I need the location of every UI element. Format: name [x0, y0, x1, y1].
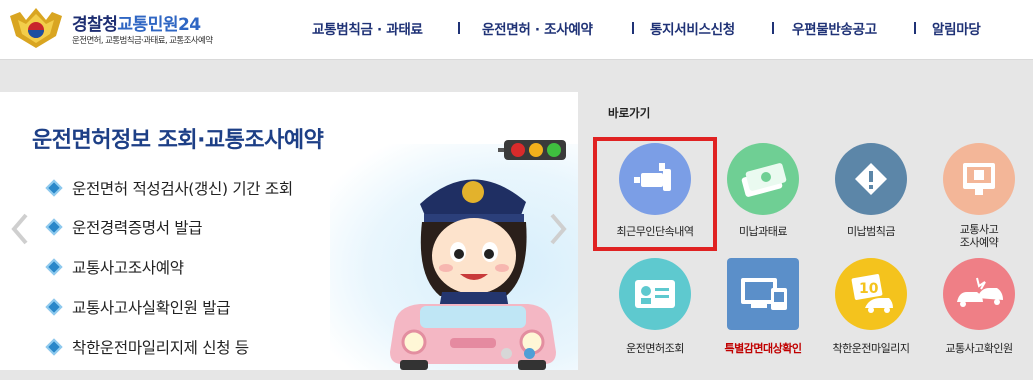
slide-indicator-2[interactable] [524, 348, 535, 359]
banner-link-accident-certificate[interactable]: 교통사고사실확인원 발급 [45, 296, 231, 318]
site-header: 경찰청교통민원24 운전면허, 교통범칙금·과태료, 교통조사예약 교통범칙금 … [0, 0, 1033, 60]
banner-link-label: 착한운전마일리지제 신청 등 [72, 339, 249, 357]
nav-separator [458, 22, 460, 34]
svg-text:10: 10 [859, 281, 879, 297]
bullet-icon [45, 338, 63, 356]
main-banner: 운전면허정보 조회·교통조사예약 운전면허 적성검사(갱신) 기간 조회 운전경… [0, 92, 578, 370]
quick-label-line1: 교통사고 [959, 223, 999, 236]
bullet-icon [45, 298, 63, 316]
nav-notice[interactable]: 알림마당 [932, 18, 981, 40]
quick-label: 교통사고확인원 [945, 342, 1013, 355]
quick-unpaid-penalty[interactable]: 미납범칙금 [816, 143, 926, 263]
computer-icon [727, 258, 799, 330]
police-emblem-icon [10, 8, 62, 48]
mileage-icon: 10 [835, 258, 907, 330]
nav-license[interactable]: 운전면허 · 조사예약 [482, 18, 593, 40]
banner-link-label: 운전경력증명서 발급 [72, 219, 203, 237]
nav-separator [914, 22, 916, 34]
monitor-icon [943, 143, 1015, 215]
police-mascot-car-illustration [390, 179, 556, 370]
banner-link-accident-reservation[interactable]: 교통사고조사예약 [45, 256, 184, 278]
quick-good-driving-mileage[interactable]: 10 착한운전마일리지 [816, 258, 926, 378]
bullet-icon [45, 179, 63, 197]
nav-separator [772, 22, 774, 34]
banner-link-label: 운전면허 적성검사(갱신) 기간 조회 [72, 180, 293, 198]
logo-title-agency: 경찰청 [72, 15, 118, 35]
nav-returned-mail[interactable]: 우편물반송공고 [792, 18, 877, 40]
banner-link-mileage[interactable]: 착한운전마일리지제 신청 등 [45, 336, 249, 358]
quick-label: 착한운전마일리지 [832, 342, 910, 355]
bullet-icon [45, 258, 63, 276]
slide-indicator-1[interactable] [501, 348, 512, 359]
quick-unpaid-fine[interactable]: 미납과태료 [708, 143, 818, 263]
quick-accident-reservation[interactable]: 교통사고 조사예약 [924, 143, 1033, 263]
warning-icon [835, 143, 907, 215]
banner-link-aptitude-test[interactable]: 운전면허 적성검사(갱신) 기간 조회 [45, 177, 293, 199]
quick-links-label: 바로가기 [608, 106, 651, 120]
license-card-icon [619, 258, 691, 330]
car-crash-icon [943, 258, 1015, 330]
quick-label: 운전면허조회 [626, 342, 684, 355]
banner-link-label: 교통사고조사예약 [72, 259, 184, 277]
quick-label: 특별감면대상확인 [724, 342, 802, 355]
banner-link-label: 교통사고사실확인원 발급 [72, 299, 231, 317]
nav-fines[interactable]: 교통범칙금 · 과태료 [312, 18, 423, 40]
banner-title: 운전면허정보 조회·교통조사예약 [32, 128, 324, 153]
logo-title: 경찰청교통민원24 [72, 10, 201, 35]
chevron-right-icon[interactable] [548, 212, 568, 246]
quick-label: 미납범칙금 [846, 225, 896, 238]
banner-link-driving-record[interactable]: 운전경력증명서 발급 [45, 216, 203, 238]
chevron-left-icon[interactable] [10, 212, 30, 246]
quick-accident-certificate[interactable]: 교통사고확인원 [924, 258, 1033, 378]
logo-subtitle: 운전면허, 교통범칙금·과태료, 교통조사예약 [72, 36, 213, 46]
nav-notification[interactable]: 통지서비스신청 [650, 18, 735, 40]
site-logo[interactable]: 경찰청교통민원24 운전면허, 교통범칙금·과태료, 교통조사예약 [8, 4, 258, 54]
logo-title-service: 교통민원24 [117, 15, 201, 35]
quick-label-line2: 조사예약 [959, 236, 999, 249]
quick-special-reduction[interactable]: 특별감면대상확인 [708, 258, 818, 378]
nav-separator [632, 22, 634, 34]
quick-license-inquiry[interactable]: 운전면허조회 [600, 258, 710, 378]
quick-label: 미납과태료 [738, 225, 788, 238]
bullet-icon [45, 218, 63, 236]
money-icon [727, 143, 799, 215]
selection-highlight [593, 137, 717, 251]
